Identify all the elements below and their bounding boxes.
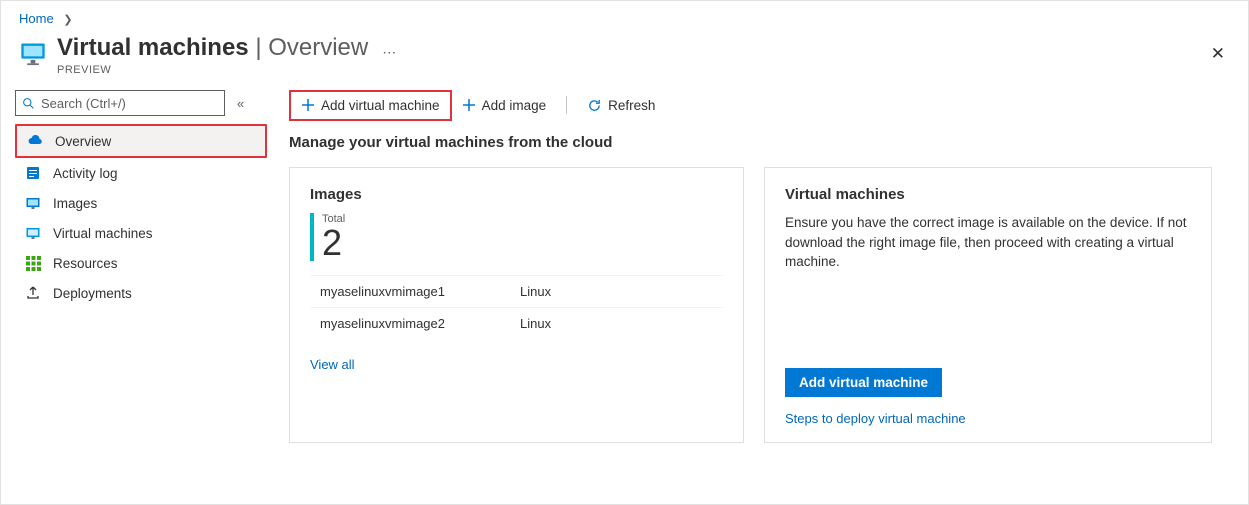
chevron-right-icon: ❯ bbox=[63, 14, 72, 26]
refresh-button[interactable]: Refresh bbox=[577, 94, 665, 117]
sidebar-item-images[interactable]: Images bbox=[15, 188, 267, 218]
sidebar-item-deployments[interactable]: Deployments bbox=[15, 278, 267, 308]
sidebar-item-activity[interactable]: Activity log bbox=[15, 158, 267, 188]
card-title: Virtual machines bbox=[785, 186, 1191, 203]
images-icon bbox=[25, 195, 41, 211]
vms-card: Virtual machines Ensure you have the cor… bbox=[764, 167, 1212, 443]
close-icon[interactable]: ✕ bbox=[1211, 44, 1225, 64]
sidebar-item-resources[interactable]: Resources bbox=[15, 248, 267, 278]
plus-icon bbox=[301, 98, 315, 112]
sidebar-item-label: Activity log bbox=[53, 166, 118, 181]
toolbar-separator bbox=[566, 96, 567, 114]
preview-badge: PREVIEW bbox=[57, 64, 368, 76]
card-title: Images bbox=[310, 186, 723, 203]
sidebar: « Overview Activity log Images bbox=[15, 90, 267, 443]
page-title: Virtual machines | Overview bbox=[57, 34, 368, 62]
search-input[interactable] bbox=[15, 90, 225, 116]
total-counter: Total 2 bbox=[310, 213, 723, 261]
collapse-sidebar-icon[interactable]: « bbox=[237, 96, 240, 111]
toolbar: Add virtual machine Add image Refresh bbox=[289, 90, 1228, 120]
sidebar-item-overview[interactable]: Overview bbox=[17, 126, 265, 156]
table-row[interactable]: myaselinuxvmimage1 Linux bbox=[310, 275, 723, 307]
sidebar-item-label: Resources bbox=[53, 256, 118, 271]
page-header: Virtual machines | Overview PREVIEW ⋯ bbox=[1, 32, 1248, 76]
deployments-icon bbox=[25, 285, 41, 301]
view-all-link[interactable]: View all bbox=[310, 357, 723, 372]
activity-log-icon bbox=[25, 165, 41, 181]
breadcrumb-home[interactable]: Home bbox=[19, 11, 54, 26]
main-content: Add virtual machine Add image Refresh Ma… bbox=[267, 90, 1248, 443]
add-vm-card-button[interactable]: Add virtual machine bbox=[785, 368, 942, 397]
sidebar-item-label: Virtual machines bbox=[53, 226, 153, 241]
search-icon bbox=[22, 97, 35, 110]
breadcrumb: Home ❯ bbox=[1, 1, 1248, 32]
plus-icon bbox=[462, 98, 476, 112]
vm-icon bbox=[19, 40, 47, 68]
add-vm-button[interactable]: Add virtual machine bbox=[291, 94, 450, 117]
resources-icon bbox=[25, 255, 41, 271]
sidebar-item-vms[interactable]: Virtual machines bbox=[15, 218, 267, 248]
sidebar-item-label: Deployments bbox=[53, 286, 132, 301]
add-image-button[interactable]: Add image bbox=[452, 94, 557, 117]
steps-link[interactable]: Steps to deploy virtual machine bbox=[785, 411, 1191, 426]
sidebar-item-label: Overview bbox=[55, 134, 111, 149]
refresh-icon bbox=[587, 98, 602, 113]
card-description: Ensure you have the correct image is ava… bbox=[785, 213, 1191, 272]
main-subheading: Manage your virtual machines from the cl… bbox=[289, 134, 1228, 151]
sidebar-item-label: Images bbox=[53, 196, 97, 211]
vm-small-icon bbox=[25, 225, 41, 241]
images-card: Images Total 2 myaselinuxvmimage1 Linux … bbox=[289, 167, 744, 443]
cloud-icon bbox=[27, 133, 43, 149]
more-icon[interactable]: ⋯ bbox=[382, 44, 398, 61]
table-row[interactable]: myaselinuxvmimage2 Linux bbox=[310, 307, 723, 339]
